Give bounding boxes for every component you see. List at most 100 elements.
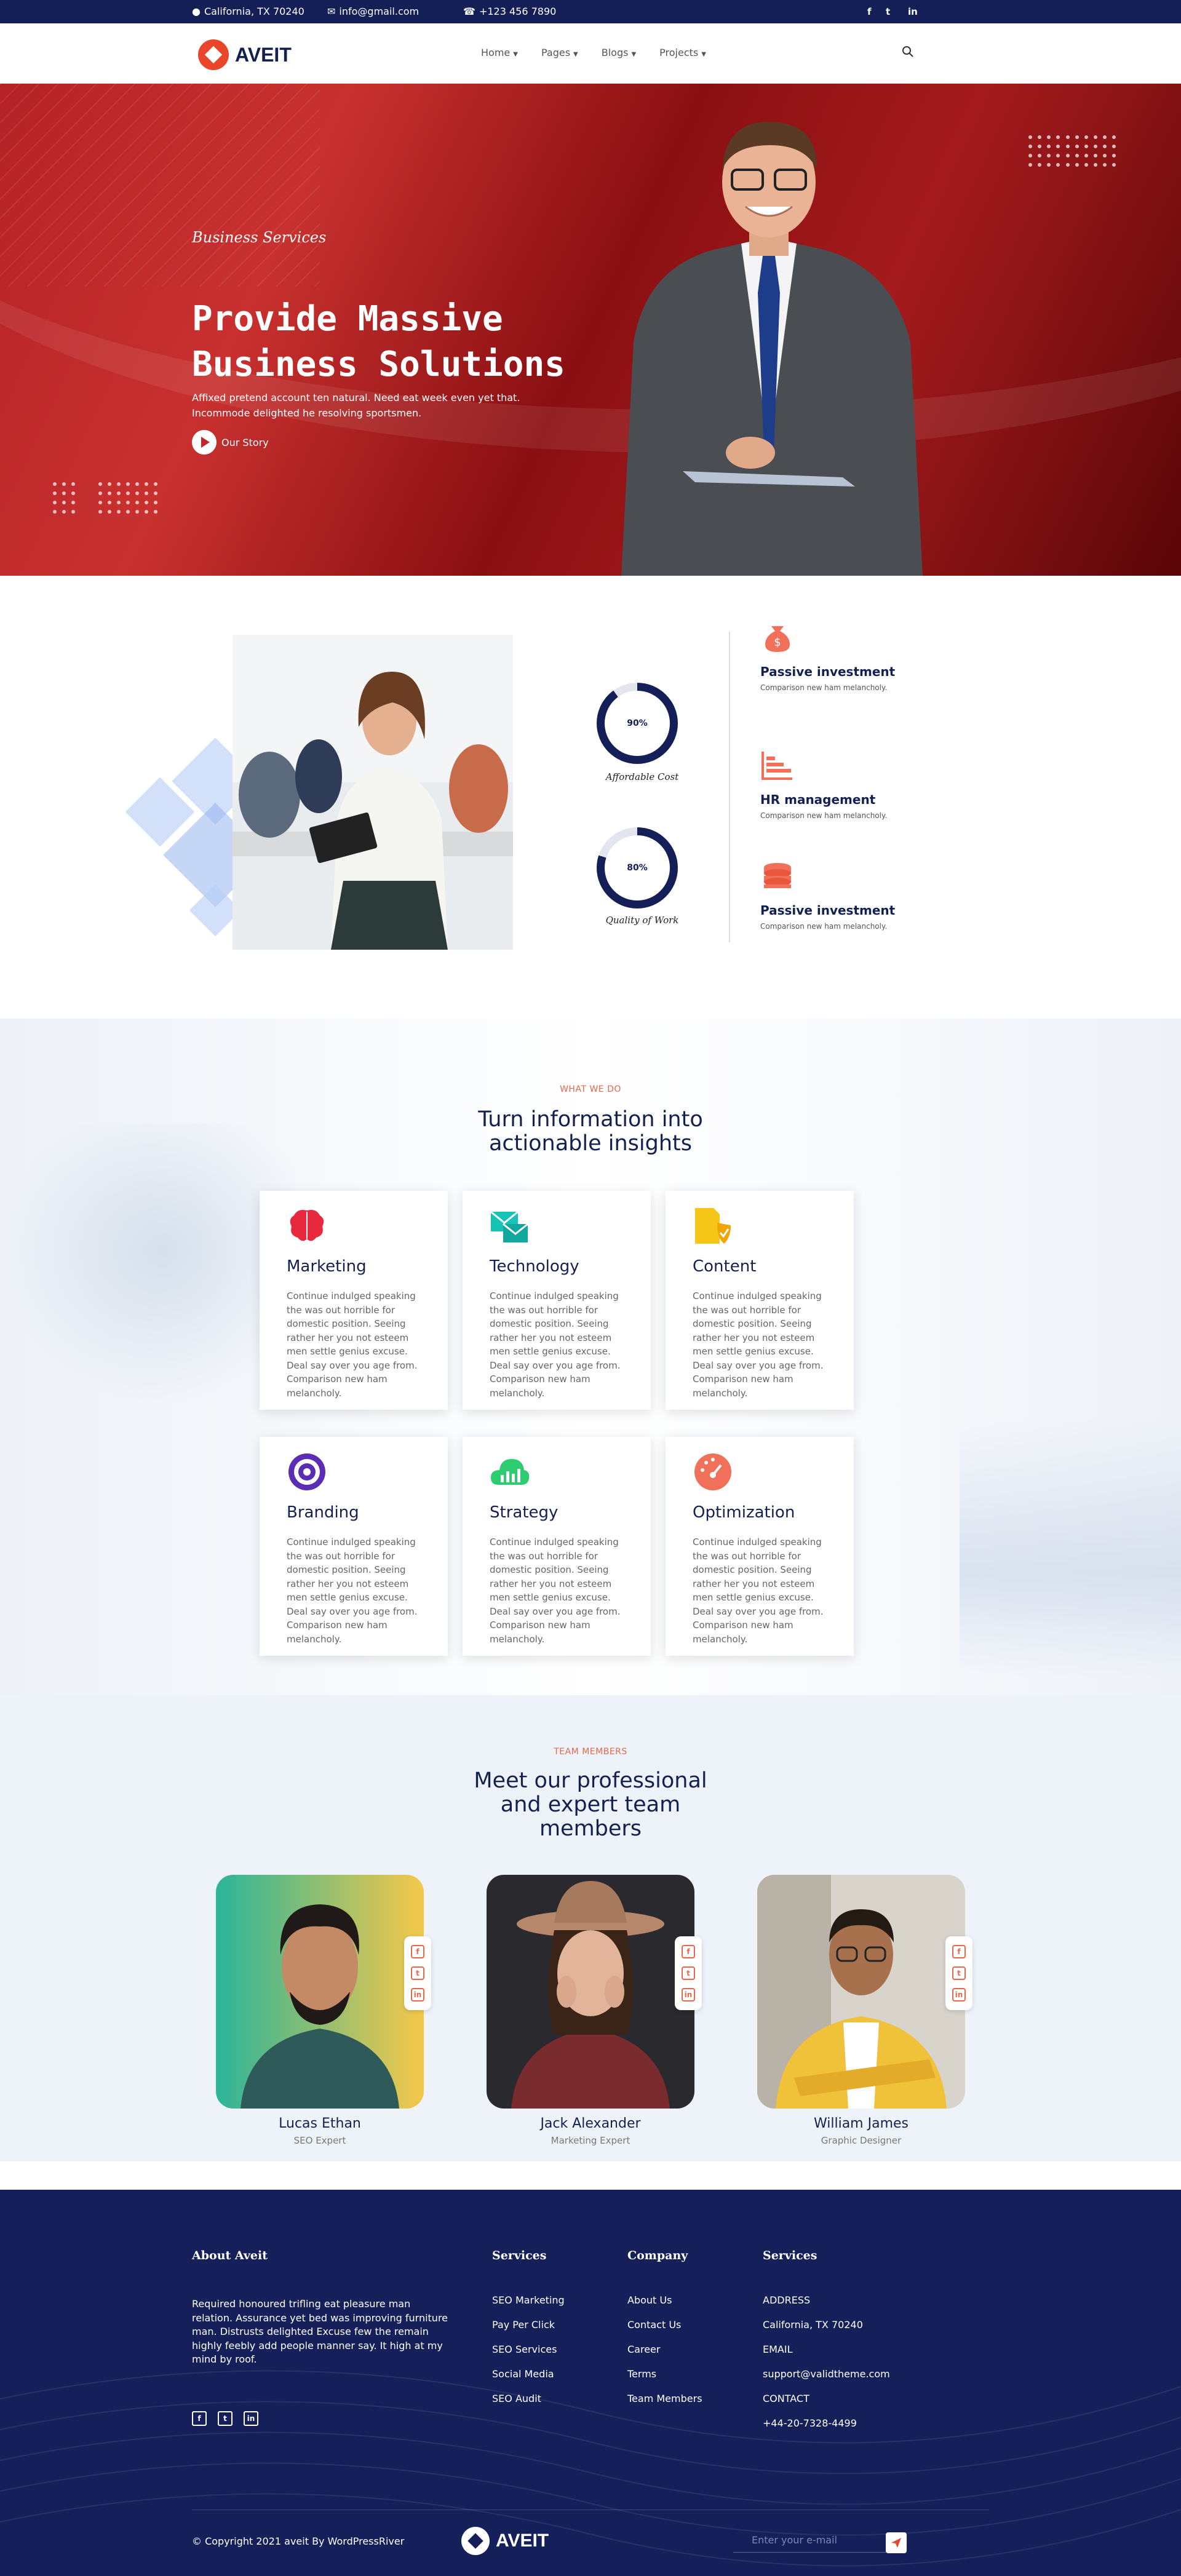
service-card[interactable]: Technology Continue indulged speaking th… [463, 1191, 651, 1410]
heading-line: members [539, 1816, 642, 1841]
hero-title: Provide Massive Business Solutions [192, 296, 622, 388]
progress-value: 80% [627, 863, 648, 873]
footer-link[interactable]: SEO Marketing [492, 2288, 565, 2313]
hero-title-line: Provide Massive [192, 299, 503, 339]
member-name: Jack Alexander [540, 2116, 641, 2131]
heading-line: Meet our professional [474, 1768, 707, 1793]
newsletter-email-input[interactable]: Enter your e-mail [733, 2528, 887, 2553]
office-woman-photo [233, 635, 513, 950]
service-card[interactable]: Optimization Continue indulged speaking … [666, 1437, 854, 1656]
mail-icon [490, 1210, 528, 1242]
paper-plane-icon [891, 2538, 901, 2548]
svg-text:$: $ [774, 636, 781, 649]
service-card[interactable]: Content Continue indulged speaking the w… [666, 1191, 854, 1410]
feature-title: Passive investment [760, 664, 896, 679]
footer-company-list: About Us Contact Us Career Terms Team Me… [627, 2288, 702, 2411]
member-role: Graphic Designer [821, 2135, 902, 2146]
play-icon [192, 430, 217, 455]
twitter-icon[interactable]: t [952, 1966, 966, 1980]
email-item[interactable]: ✉ info@gmail.com [327, 6, 419, 17]
team-member-card[interactable]: f t in William James Graphic Designer [757, 1875, 972, 2146]
address-item: ● California, TX 70240 [192, 6, 304, 17]
twitter-icon[interactable]: t [218, 2411, 233, 2426]
footer-link[interactable]: SEO Services [492, 2337, 565, 2362]
linkedin-icon[interactable]: in [908, 6, 918, 17]
linkedin-icon[interactable]: in [244, 2411, 258, 2426]
service-card[interactable]: Branding Continue indulged speaking the … [260, 1437, 448, 1656]
card-desc: Continue indulged speaking the was out h… [693, 1290, 824, 1399]
background-hand-image [0, 1123, 295, 1406]
footer-heading: About Aveit [192, 2249, 268, 2262]
phone-item[interactable]: ☎ +123 456 7890 [463, 6, 556, 17]
card-desc: Continue indulged speaking the was out h… [287, 1290, 418, 1399]
linkedin-icon[interactable]: in [411, 1987, 424, 2002]
card-title: Technology [490, 1257, 579, 1276]
hero-swoosh [0, 84, 1181, 453]
footer-link[interactable]: About Us [627, 2288, 702, 2313]
footer-link[interactable]: Social Media [492, 2362, 565, 2387]
main-menu: Home ▼ Pages ▼ Blogs ▼ Projects ▼ [481, 47, 706, 58]
footer-about-text: Required honoured trifling eat pleasure … [192, 2298, 448, 2365]
service-card[interactable]: Strategy Continue indulged speaking the … [463, 1437, 651, 1656]
email-text[interactable]: info@gmail.com [339, 6, 419, 17]
facebook-icon[interactable]: f [682, 1945, 695, 1959]
contact-label: EMAIL [763, 2343, 793, 2355]
service-card[interactable]: Marketing Continue indulged speaking the… [260, 1191, 448, 1410]
facebook-icon[interactable]: f [952, 1945, 966, 1959]
footer-link[interactable]: Terms [627, 2362, 702, 2387]
copyright-text: © Copyright 2021 aveit By WordPressRiver [192, 2535, 405, 2547]
heading-line: Turn information into [478, 1107, 703, 1132]
twitter-icon[interactable]: t [411, 1966, 424, 1980]
envelope-icon: ✉ [327, 6, 336, 17]
logo-text: AVEIT [235, 43, 292, 66]
footer-logo[interactable]: AVEIT [461, 2527, 549, 2555]
contact-value[interactable]: +44-20-7328-4499 [763, 2411, 890, 2436]
feature-desc: Comparison new ham melancholy. [760, 922, 888, 931]
document-shield-icon [695, 1208, 731, 1244]
progress-value: 90% [627, 718, 648, 728]
facebook-icon[interactable]: f [411, 1945, 424, 1959]
facebook-icon[interactable]: f [867, 6, 872, 17]
facebook-icon[interactable]: f [192, 2411, 207, 2426]
progress-label: Affordable Cost [605, 771, 679, 782]
send-button[interactable] [886, 2532, 907, 2553]
feature-item: HR management Comparison new ham melanch… [760, 748, 896, 821]
caret-down-icon: ▼ [631, 51, 637, 58]
team-member-card[interactable]: f t in Jack Alexander Marketing Expert [487, 1875, 702, 2146]
gauge-icon [694, 1453, 731, 1490]
site-logo[interactable]: AVEIT [198, 39, 292, 70]
site-header: AVEIT Home ▼ Pages ▼ Blogs ▼ Projects ▼ [0, 23, 1181, 84]
our-story-button[interactable]: Our Story [192, 430, 269, 455]
linkedin-icon[interactable]: in [952, 1987, 966, 2002]
menu-label: Pages [541, 47, 571, 58]
footer-wave-pattern [0, 2370, 1181, 2567]
brain-icon [290, 1210, 324, 1241]
footer-link[interactable]: Career [627, 2337, 702, 2362]
feature-title: Passive investment [760, 903, 896, 918]
card-title: Strategy [490, 1503, 559, 1522]
search-icon[interactable] [902, 46, 914, 58]
phone-text[interactable]: +123 456 7890 [479, 6, 556, 17]
heading-line: actionable insights [488, 1131, 692, 1156]
team-member-card[interactable]: f t in Lucas Ethan SEO Expert [216, 1875, 431, 2146]
bar-chart-icon [761, 752, 792, 780]
linkedin-icon[interactable]: in [682, 1987, 695, 2002]
footer-link[interactable]: Pay Per Click [492, 2313, 565, 2337]
menu-item-pages[interactable]: Pages ▼ [541, 47, 578, 58]
progress-circle: 90% [597, 683, 678, 764]
section-kicker: WHAT WE DO [560, 1084, 621, 1094]
background-city-image [960, 1418, 1181, 1677]
footer-link[interactable]: SEO Audit [492, 2387, 565, 2411]
menu-item-home[interactable]: Home ▼ [481, 47, 518, 58]
menu-item-blogs[interactable]: Blogs ▼ [602, 47, 636, 58]
footer-link[interactable]: Team Members [627, 2387, 702, 2411]
contact-value[interactable]: support@validtheme.com [763, 2362, 890, 2387]
twitter-icon[interactable]: t [682, 1966, 695, 1980]
menu-item-projects[interactable]: Projects ▼ [659, 47, 706, 58]
twitter-icon[interactable]: t [886, 6, 890, 17]
money-bag-icon: $ [765, 626, 790, 652]
menu-label: Blogs [601, 47, 629, 58]
caret-down-icon: ▼ [573, 51, 578, 58]
target-icon [288, 1453, 325, 1490]
footer-link[interactable]: Contact Us [627, 2313, 702, 2337]
